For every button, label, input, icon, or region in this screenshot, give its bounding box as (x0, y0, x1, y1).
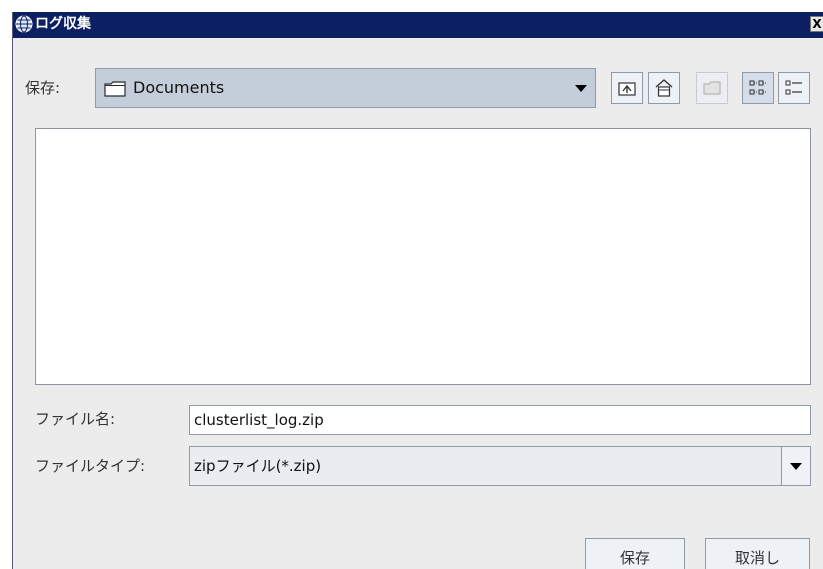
up-folder-button[interactable] (611, 72, 643, 104)
cancel-button[interactable]: 取消し (705, 538, 810, 569)
file-name-input[interactable]: clusterlist_log.zip (189, 405, 811, 435)
new-folder-icon (703, 81, 721, 95)
file-type-label: ファイルタイプ: (35, 457, 146, 475)
list-view-button[interactable] (742, 72, 774, 104)
save-dialog: ログ収集 X 保存: Documents ファイル名: clusterlist_… (12, 12, 823, 569)
look-in-value: Documents (133, 78, 225, 97)
look-in-combo[interactable]: Documents (95, 68, 596, 108)
chevron-down-icon (790, 463, 802, 470)
file-type-dropdown-button[interactable] (781, 447, 810, 485)
list-view-icon (749, 80, 766, 95)
details-view-icon (785, 80, 802, 95)
folder-icon (104, 81, 126, 97)
file-list[interactable] (35, 128, 811, 385)
globe-icon (15, 15, 33, 33)
home-button[interactable] (648, 72, 680, 104)
file-name-label: ファイル名: (35, 410, 116, 428)
home-icon (655, 79, 673, 97)
file-type-select[interactable]: zipファイル(*.zip) (189, 446, 811, 486)
file-type-value: zipファイル(*.zip) (194, 457, 322, 475)
look-in-label: 保存: (25, 79, 61, 97)
window-title: ログ収集 (35, 16, 91, 32)
new-folder-button[interactable] (696, 72, 728, 104)
close-button[interactable]: X (810, 16, 823, 32)
chevron-down-icon[interactable] (575, 85, 587, 92)
title-bar[interactable]: ログ収集 X (13, 12, 823, 38)
details-view-button[interactable] (778, 72, 810, 104)
up-folder-icon (618, 82, 636, 96)
save-button[interactable]: 保存 (585, 538, 685, 569)
